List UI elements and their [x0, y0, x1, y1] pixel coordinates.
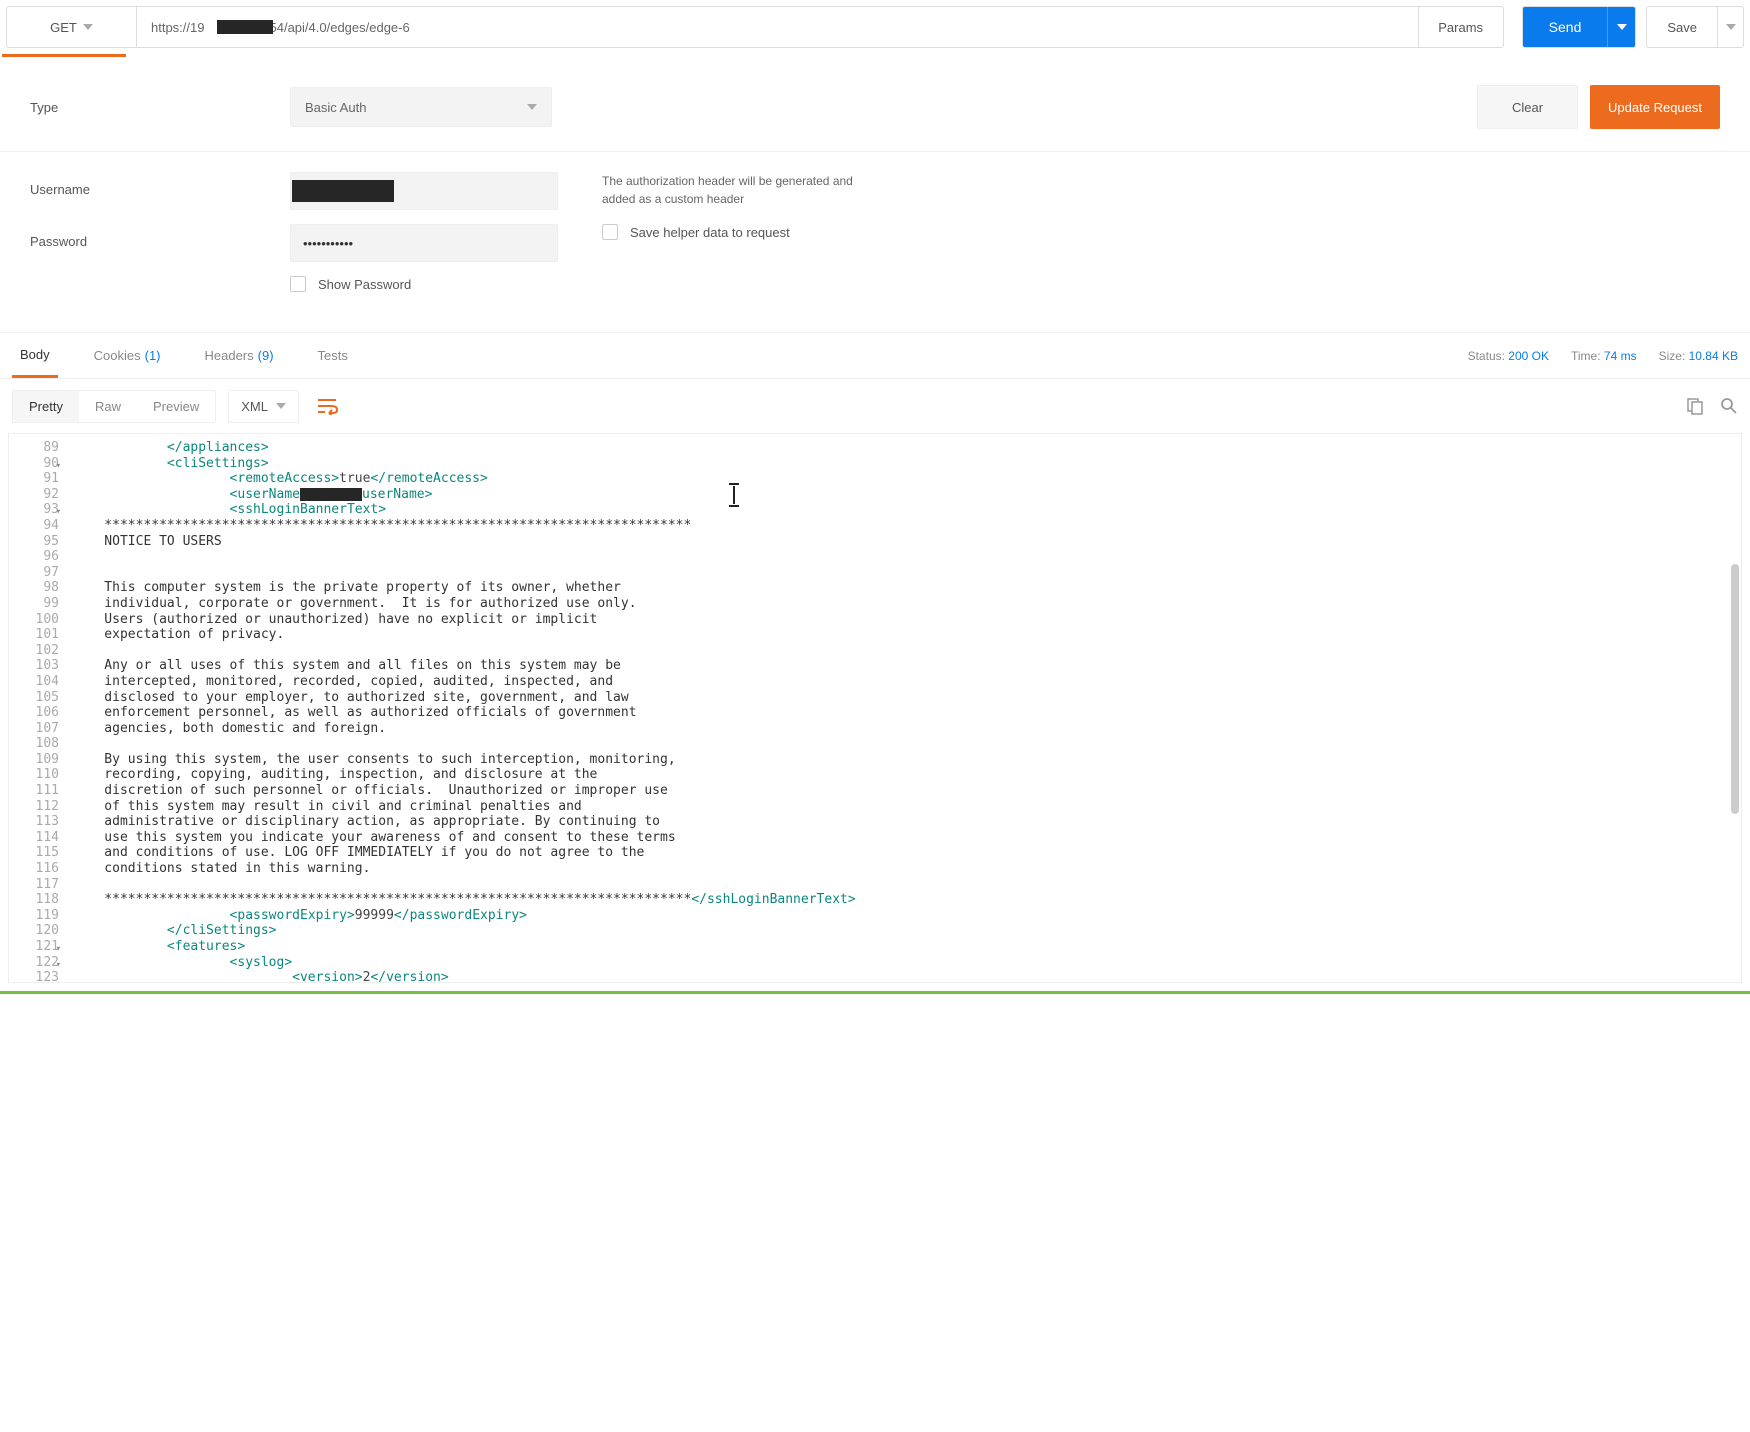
- tab-body[interactable]: Body: [12, 333, 58, 378]
- auth-type-label: Type: [30, 100, 290, 115]
- tab-headers[interactable]: Headers (9): [197, 333, 282, 378]
- view-preview[interactable]: Preview: [137, 391, 215, 422]
- redacted-url-segment: [217, 20, 273, 34]
- save-dropdown[interactable]: [1717, 7, 1743, 47]
- search-icon[interactable]: [1720, 397, 1738, 415]
- response-size: Size: 10.84 KB: [1659, 349, 1738, 363]
- headers-count: (9): [258, 348, 274, 363]
- clear-button[interactable]: Clear: [1477, 85, 1578, 129]
- wrap-icon: [317, 397, 339, 415]
- response-body-viewer[interactable]: 8990▾919293▾9495969798991001011021031041…: [8, 433, 1742, 983]
- save-helper-checkbox[interactable]: [602, 224, 618, 240]
- format-select[interactable]: XML: [228, 390, 299, 423]
- http-method-value: GET: [50, 20, 77, 35]
- password-label: Password: [30, 224, 290, 249]
- chevron-down-icon: [1726, 24, 1736, 30]
- redacted-username: [292, 180, 394, 202]
- wrap-lines-button[interactable]: [311, 389, 345, 423]
- password-input[interactable]: •••••••••••: [290, 224, 558, 262]
- send-button[interactable]: Send: [1523, 7, 1608, 47]
- window-border: [0, 991, 1750, 994]
- scrollbar-thumb[interactable]: [1731, 564, 1739, 814]
- copy-icon[interactable]: [1686, 397, 1704, 415]
- chevron-down-icon: [83, 24, 93, 30]
- url-input[interactable]: [137, 20, 1418, 35]
- text-cursor: [733, 486, 735, 504]
- chevron-down-icon: [1617, 24, 1627, 30]
- show-password-label: Show Password: [318, 277, 411, 292]
- params-button[interactable]: Params: [1418, 7, 1503, 47]
- send-dropdown[interactable]: [1607, 7, 1635, 47]
- save-helper-label: Save helper data to request: [630, 225, 790, 240]
- tab-tests[interactable]: Tests: [310, 333, 356, 378]
- password-value: •••••••••••: [303, 236, 353, 251]
- username-input[interactable]: [290, 172, 558, 210]
- cookies-count: (1): [145, 348, 161, 363]
- username-label: Username: [30, 172, 290, 197]
- chevron-down-icon: [527, 104, 537, 110]
- view-raw[interactable]: Raw: [79, 391, 137, 422]
- response-time: Time: 74 ms: [1571, 349, 1637, 363]
- http-method-select[interactable]: GET: [7, 7, 137, 47]
- chevron-down-icon: [276, 403, 286, 409]
- view-pretty[interactable]: Pretty: [13, 391, 79, 422]
- update-request-button[interactable]: Update Request: [1590, 85, 1720, 129]
- auth-help-text: The authorization header will be generat…: [602, 172, 862, 208]
- save-button[interactable]: Save: [1647, 7, 1717, 47]
- show-password-checkbox[interactable]: [290, 276, 306, 292]
- response-status: Status: 200 OK: [1468, 349, 1549, 363]
- auth-type-select[interactable]: Basic Auth: [290, 87, 552, 127]
- auth-type-value: Basic Auth: [305, 100, 366, 115]
- tab-cookies[interactable]: Cookies (1): [86, 333, 169, 378]
